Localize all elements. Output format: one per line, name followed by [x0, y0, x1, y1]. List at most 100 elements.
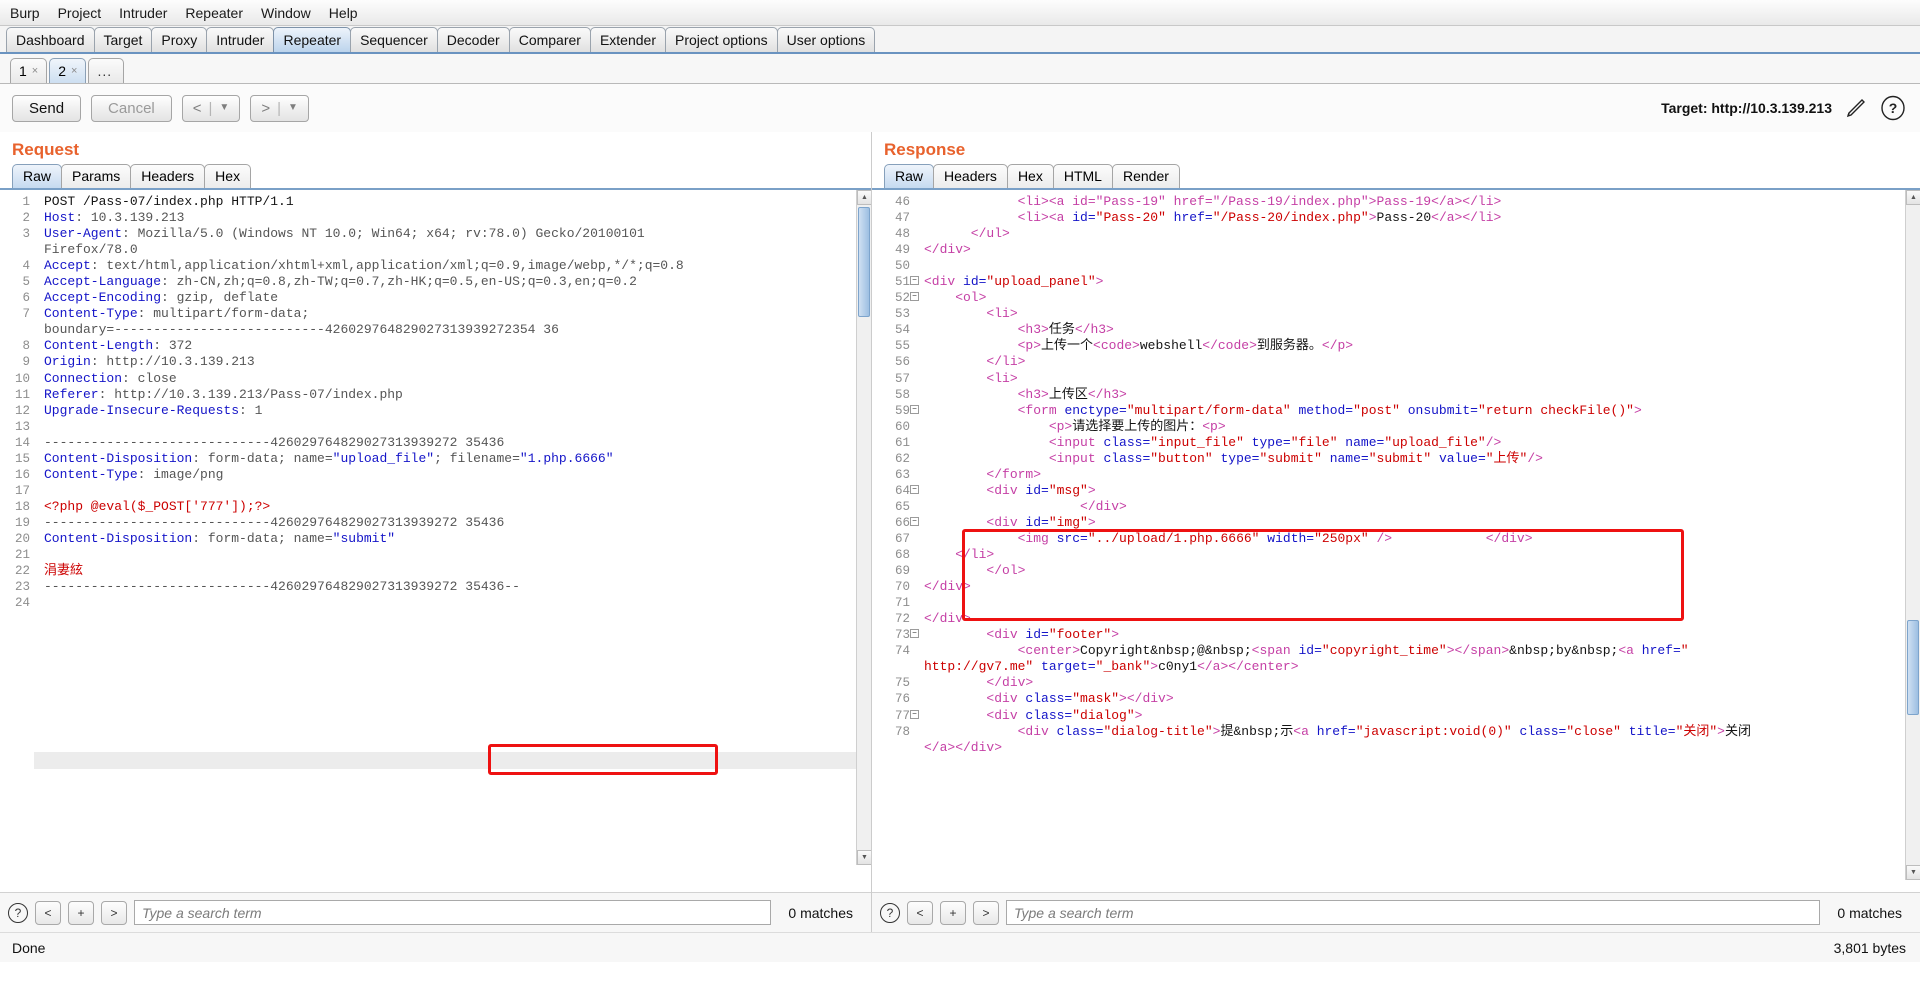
- main-tab-repeater[interactable]: Repeater: [273, 27, 352, 52]
- response-tab-hex[interactable]: Hex: [1006, 164, 1054, 188]
- repeater-tab-1[interactable]: 1 ×: [10, 58, 48, 83]
- code-token: ></div>: [1119, 691, 1174, 707]
- request-editor[interactable]: 1 2 3 4 5 6 7 8 9 10 11 12 13 14 15 16 17 18 19 20 21 22 23 24 …: [0, 190, 871, 865]
- line-number: 63: [894, 467, 910, 482]
- repeater-tab-moremoremore[interactable]: ...: [88, 58, 125, 83]
- line-number: 67: [894, 531, 910, 546]
- code-token: </h3>: [1074, 322, 1114, 338]
- send-button[interactable]: Send: [12, 94, 82, 122]
- code-token: Upgrade-Insecure-Requests: [44, 402, 240, 418]
- forward-button[interactable]: > | ▼: [250, 94, 309, 122]
- response-tab-html[interactable]: HTML: [1052, 164, 1113, 188]
- code-token: onsubmit=: [1399, 402, 1478, 418]
- pencil-icon[interactable]: [1844, 96, 1868, 120]
- request-tab-hex[interactable]: Hex: [204, 164, 252, 188]
- code-token: "button": [1150, 450, 1213, 466]
- response-search-area: ? < + > Type a search term 0 matches: [872, 892, 1920, 932]
- request-scrollbar[interactable]: ▲ ▼: [856, 190, 871, 865]
- search-add-button[interactable]: +: [68, 900, 94, 925]
- request-tab-raw[interactable]: Raw: [12, 164, 63, 188]
- code-token: <li><a id="Pass-19" href="/Pass-19/index…: [924, 194, 1502, 209]
- main-tab-decoder[interactable]: Decoder: [436, 27, 510, 52]
- code-token: width=: [1259, 530, 1315, 546]
- search-add-button[interactable]: +: [940, 900, 966, 925]
- code-token: : http://10.3.139.213/Pass-07/index.php: [98, 386, 403, 402]
- line-number: 78: [894, 724, 910, 739]
- main-tab-user-options[interactable]: User options: [776, 27, 876, 52]
- code-token: "upload_file": [332, 450, 435, 466]
- main-tab-sequencer[interactable]: Sequencer: [350, 27, 438, 52]
- menu-item-window[interactable]: Window: [259, 3, 313, 23]
- code-token: enctype=: [1064, 402, 1127, 418]
- repeater-tab-2[interactable]: 2 ×: [49, 58, 87, 83]
- main-tab-extender[interactable]: Extender: [589, 27, 666, 52]
- response-match-count: 0 matches: [1837, 904, 1902, 921]
- code-token: class=: [1025, 691, 1073, 707]
- response-editor[interactable]: 46 47 48 49 50 51−52−53 54 55 56 57 58 59−60 61 62 63 6…: [872, 190, 1920, 880]
- help-icon[interactable]: ?: [8, 902, 28, 923]
- main-tab-target[interactable]: Target: [93, 27, 153, 52]
- response-tab-render[interactable]: Render: [1111, 164, 1180, 188]
- scroll-up-arrow[interactable]: ▲: [1906, 190, 1920, 205]
- response-body-text[interactable]: <li><a id="Pass-19" href="/Pass-19/index…: [914, 190, 1920, 880]
- code-token: Accept-Language: [44, 274, 162, 290]
- menu-item-project[interactable]: Project: [56, 3, 104, 23]
- line-number: 16: [14, 467, 30, 482]
- main-tab-intruder[interactable]: Intruder: [206, 27, 275, 52]
- line-number: 76: [894, 692, 910, 707]
- code-token: Content-Disposition: [44, 530, 193, 546]
- menu-item-help[interactable]: Help: [327, 3, 360, 23]
- cancel-button[interactable]: Cancel: [91, 94, 172, 122]
- request-search-input[interactable]: Type a search term: [134, 900, 772, 925]
- code-token: "关闭": [1675, 723, 1718, 739]
- menu-item-burp[interactable]: Burp: [8, 3, 42, 23]
- scroll-down-arrow[interactable]: ▼: [857, 850, 871, 865]
- line-number: 2: [22, 211, 30, 226]
- response-scrollbar[interactable]: ▲ ▼: [1905, 190, 1920, 880]
- main-tab-comparer[interactable]: Comparer: [508, 27, 591, 52]
- chevron-down-icon[interactable]: ▼: [219, 103, 229, 113]
- scroll-up-arrow[interactable]: ▲: [857, 190, 871, 205]
- search-prev-button[interactable]: <: [907, 900, 933, 925]
- code-line: -----------------------------42602976482…: [44, 515, 871, 531]
- scroll-down-arrow[interactable]: ▼: [1906, 865, 1920, 880]
- main-tab-proxy[interactable]: Proxy: [151, 27, 208, 52]
- code-token: <div: [924, 482, 1026, 498]
- response-size: 3,801 bytes: [1833, 939, 1906, 956]
- main-tab-dashboard[interactable]: Dashboard: [6, 27, 95, 52]
- code-token: </div>: [924, 675, 1034, 691]
- repeater-tab-label: 2: [58, 63, 67, 79]
- request-tab-headers[interactable]: Headers: [130, 164, 206, 188]
- chevron-down-icon[interactable]: ▼: [288, 103, 298, 113]
- search-prev-button[interactable]: <: [35, 900, 61, 925]
- menu-item-intruder[interactable]: Intruder: [117, 3, 169, 23]
- close-icon[interactable]: ×: [71, 65, 77, 77]
- request-tab-params[interactable]: Params: [61, 164, 132, 188]
- response-search-input[interactable]: Type a search term: [1006, 900, 1821, 925]
- code-token: : gzip, deflate: [161, 290, 279, 306]
- back-button[interactable]: < | ▼: [181, 94, 241, 122]
- code-token: 上传区: [1048, 386, 1088, 402]
- request-tab-bar: Raw Params Headers Hex: [0, 164, 871, 190]
- help-icon[interactable]: ?: [880, 902, 900, 923]
- code-token: POST /Pass-07/index.php HTTP/1.1: [44, 194, 294, 209]
- menu-item-repeater[interactable]: Repeater: [183, 3, 245, 23]
- main-tab-project-options[interactable]: Project options: [665, 27, 778, 52]
- search-next-button[interactable]: >: [101, 900, 127, 925]
- code-token: "javascript:void(0)": [1355, 723, 1512, 739]
- scroll-thumb[interactable]: [1907, 620, 1919, 715]
- close-icon[interactable]: ×: [32, 65, 38, 77]
- response-tab-headers[interactable]: Headers: [933, 164, 1008, 188]
- response-tab-raw[interactable]: Raw: [884, 164, 935, 188]
- code-token: id=: [1025, 514, 1049, 530]
- code-token: >: [1087, 514, 1096, 530]
- code-token: <a: [1048, 210, 1073, 226]
- code-token: title=: [1620, 723, 1676, 739]
- code-token: </div>: [1392, 530, 1533, 546]
- search-next-button[interactable]: >: [973, 900, 999, 925]
- code-line: User-Agent: Mozilla/5.0 (Windows NT 10.0…: [44, 226, 871, 242]
- scroll-thumb[interactable]: [858, 207, 870, 317]
- help-icon[interactable]: ?: [1880, 95, 1906, 121]
